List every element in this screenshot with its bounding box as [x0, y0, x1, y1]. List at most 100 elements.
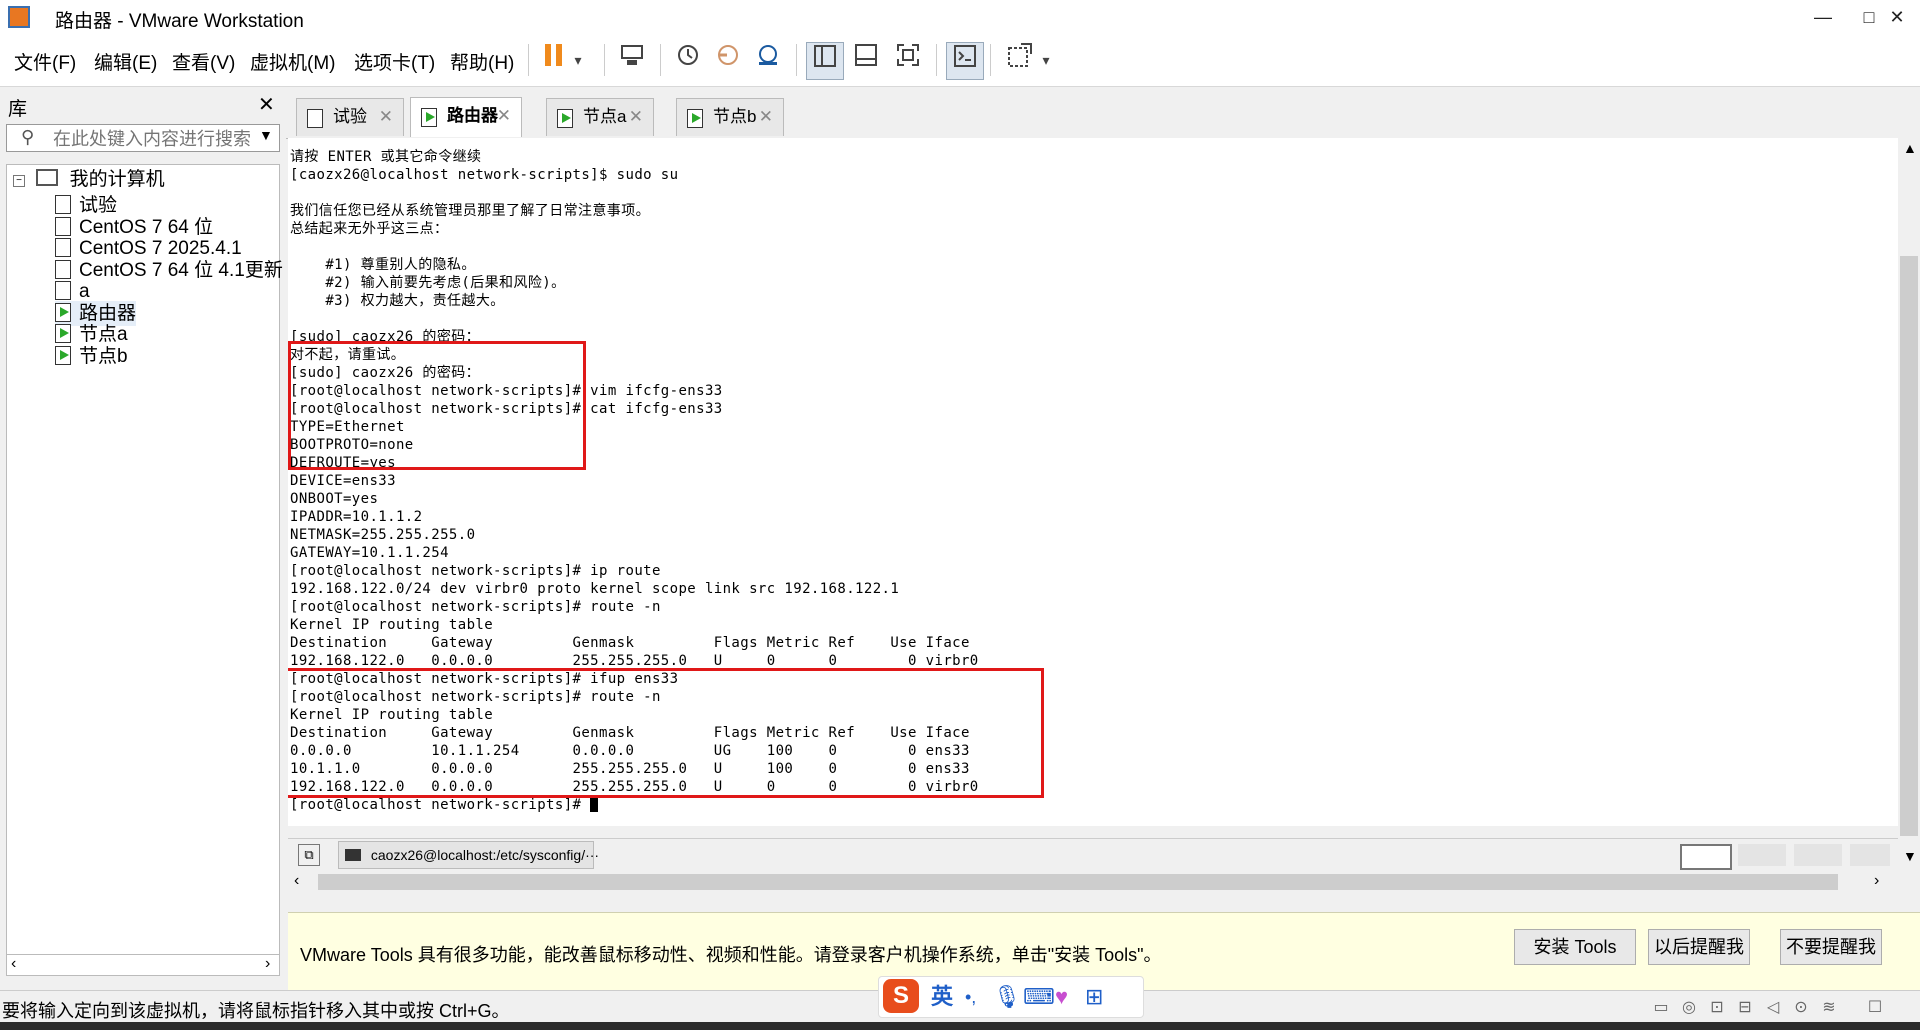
vm-running-icon [687, 109, 703, 128]
horizontal-scroll-thumb[interactable] [318, 874, 1838, 890]
library-title: 库 [8, 99, 28, 120]
ime-language-toggle[interactable]: 英 [931, 983, 953, 1011]
tree-vm-label: CentOS 7 64 位 4.1更新 [79, 259, 283, 281]
bluetooth-icon[interactable]: ≋ [1818, 997, 1840, 1017]
console-vertical-scrollbar[interactable]: ▲ ▼ [1898, 138, 1920, 870]
scroll-up-icon[interactable]: ▲ [1903, 140, 1917, 156]
menu-file[interactable]: 文件(F) [14, 48, 76, 75]
console-line: DEVICE=ens33 [290, 473, 396, 489]
menu-bar: 文件(F) 编辑(E) 查看(V) 虚拟机(M) 选项卡(T) 帮助(H) ▾ … [0, 34, 1920, 87]
cd-drive-icon[interactable]: ◎ [1678, 997, 1700, 1017]
message-log-icon[interactable]: ☐ [1864, 997, 1886, 1017]
tab-close-icon[interactable]: ✕ [497, 98, 511, 134]
full-screen-icon[interactable] [890, 42, 926, 78]
menu-vm[interactable]: 虚拟机(M) [250, 48, 335, 75]
scroll-right-icon[interactable]: › [1874, 872, 1879, 890]
menu-edit[interactable]: 编辑(E) [94, 48, 157, 75]
vm-icon [55, 195, 71, 214]
workspace-2[interactable] [1738, 844, 1786, 866]
console-view-icon[interactable] [946, 42, 984, 80]
send-ctrl-alt-del-icon[interactable] [614, 42, 650, 78]
minimize-button[interactable]: — [1800, 2, 1846, 32]
library-search-box[interactable]: ⚲ ▼ [6, 124, 280, 152]
ime-punct-toggle[interactable]: •, [965, 983, 976, 1011]
console-horizontal-scrollbar[interactable]: ‹ › [288, 870, 1898, 894]
restore-window-icon[interactable]: ⧉ [298, 844, 320, 866]
revert-snapshot-icon[interactable] [710, 42, 746, 78]
tree-vm-label: 路由器 [79, 302, 137, 324]
tab-close-icon[interactable]: ✕ [379, 99, 393, 135]
menu-view[interactable]: 查看(V) [172, 48, 235, 75]
skin-icon[interactable]: ♥ [1055, 983, 1068, 1011]
scroll-right-icon[interactable]: › [265, 955, 270, 973]
workspace-4[interactable] [1850, 844, 1890, 866]
tree-vm-label: 节点a [79, 324, 128, 345]
console-line: 192.168.122.0/24 dev virbr0 proto kernel… [290, 581, 900, 597]
snapshot-icon[interactable] [670, 42, 706, 78]
snapshot-manager-icon[interactable] [750, 42, 786, 78]
collapse-icon[interactable]: − [13, 175, 25, 187]
tab-router[interactable]: 路由器 ✕ [410, 97, 522, 137]
tab-node-b[interactable]: 节点b ✕ [676, 98, 784, 136]
tools-notice-text: VMware Tools 具有很多功能，能改善鼠标移动性、视频和性能。请登录客户… [300, 945, 1162, 965]
console-line: [root@localhost network-scripts]# route … [290, 599, 661, 615]
console-line: Kernel IP routing table [290, 617, 494, 633]
show-library-icon[interactable] [806, 42, 844, 80]
stretch-guest-icon[interactable] [1002, 42, 1038, 78]
tree-vm-label: a [79, 281, 90, 302]
keyboard-icon[interactable]: ⌨ [1023, 983, 1055, 1011]
stretch-dropdown-icon[interactable]: ▾ [1036, 42, 1056, 78]
thumbnail-bar-icon[interactable] [848, 42, 884, 78]
never-remind-button[interactable]: 不要提醒我 [1780, 929, 1882, 965]
tree-vm-item[interactable]: 节点b [55, 344, 128, 369]
library-close-icon[interactable]: ✕ [258, 92, 275, 117]
tree-vm-label: CentOS 7 2025.4.1 [79, 238, 242, 259]
vmware-logo-icon [8, 6, 30, 28]
console-line: GATEWAY=10.1.1.254 [290, 545, 449, 561]
sogou-logo-icon[interactable]: S [883, 979, 919, 1013]
tab-trial[interactable]: 试验 ✕ [296, 98, 404, 136]
vm-running-icon [55, 324, 71, 343]
tab-close-icon[interactable]: ✕ [759, 99, 773, 135]
tab-node-a[interactable]: 节点a ✕ [546, 98, 654, 136]
console-line: ONBOOT=yes [290, 491, 379, 507]
vm-icon [55, 216, 71, 236]
scroll-left-icon[interactable]: ‹ [294, 872, 299, 890]
pause-icon[interactable] [536, 42, 572, 78]
vm-running-icon [55, 302, 71, 322]
scroll-down-icon[interactable]: ▼ [1903, 848, 1917, 864]
console-line: 我们信任您已经从系统管理员那里了解了日常注意事项。 [290, 203, 650, 219]
menu-help[interactable]: 帮助(H) [450, 48, 514, 75]
tree-root[interactable]: − 我的计算机 [13, 167, 165, 192]
library-panel: 库 ✕ ⚲ ▼ − 我的计算机 试验CentOS 7 64 位CentOS 7 … [0, 88, 283, 990]
network-adapter-icon[interactable]: ⊡ [1706, 997, 1728, 1017]
close-button[interactable]: ✕ [1874, 2, 1920, 32]
remind-later-button[interactable]: 以后提醒我 [1648, 929, 1750, 965]
library-search-input[interactable] [51, 127, 255, 151]
workspace-1[interactable] [1680, 844, 1732, 870]
menu-tabs[interactable]: 选项卡(T) [354, 48, 435, 75]
vertical-scroll-thumb[interactable] [1900, 256, 1918, 836]
vm-icon [307, 109, 323, 128]
tab-close-icon[interactable]: ✕ [629, 99, 643, 135]
vm-running-icon [421, 108, 437, 127]
vm-console[interactable]: 请按 ENTER 或其它命令继续 [caozx26@localhost netw… [288, 138, 1898, 826]
toolbox-icon[interactable]: ⊞ [1085, 983, 1103, 1011]
library-horizontal-scrollbar[interactable]: ‹ › [6, 954, 280, 976]
microphone-icon[interactable]: 🎙 [993, 983, 1021, 1011]
workspace-3[interactable] [1794, 844, 1842, 866]
guest-terminal-task[interactable]: caozx26@localhost:/etc/sysconfig/··· [338, 841, 599, 869]
install-tools-button[interactable]: 安装 Tools [1514, 929, 1636, 965]
toolbar-separator [936, 44, 937, 76]
vm-running-icon [55, 345, 71, 365]
power-dropdown-icon[interactable]: ▾ [568, 42, 588, 78]
usb-icon[interactable]: ⊟ [1734, 997, 1756, 1017]
sound-card-icon[interactable]: ◁ [1762, 997, 1784, 1017]
console-line: [root@localhost network-scripts]# ip rou… [290, 563, 661, 579]
hard-disk-icon[interactable]: ▭ [1650, 997, 1672, 1017]
scroll-left-icon[interactable]: ‹ [11, 955, 16, 973]
toolbar-separator [796, 44, 797, 76]
printer-icon[interactable]: ⊙ [1790, 997, 1812, 1017]
search-dropdown-icon[interactable]: ▼ [259, 127, 273, 143]
vm-running-icon [557, 109, 573, 128]
